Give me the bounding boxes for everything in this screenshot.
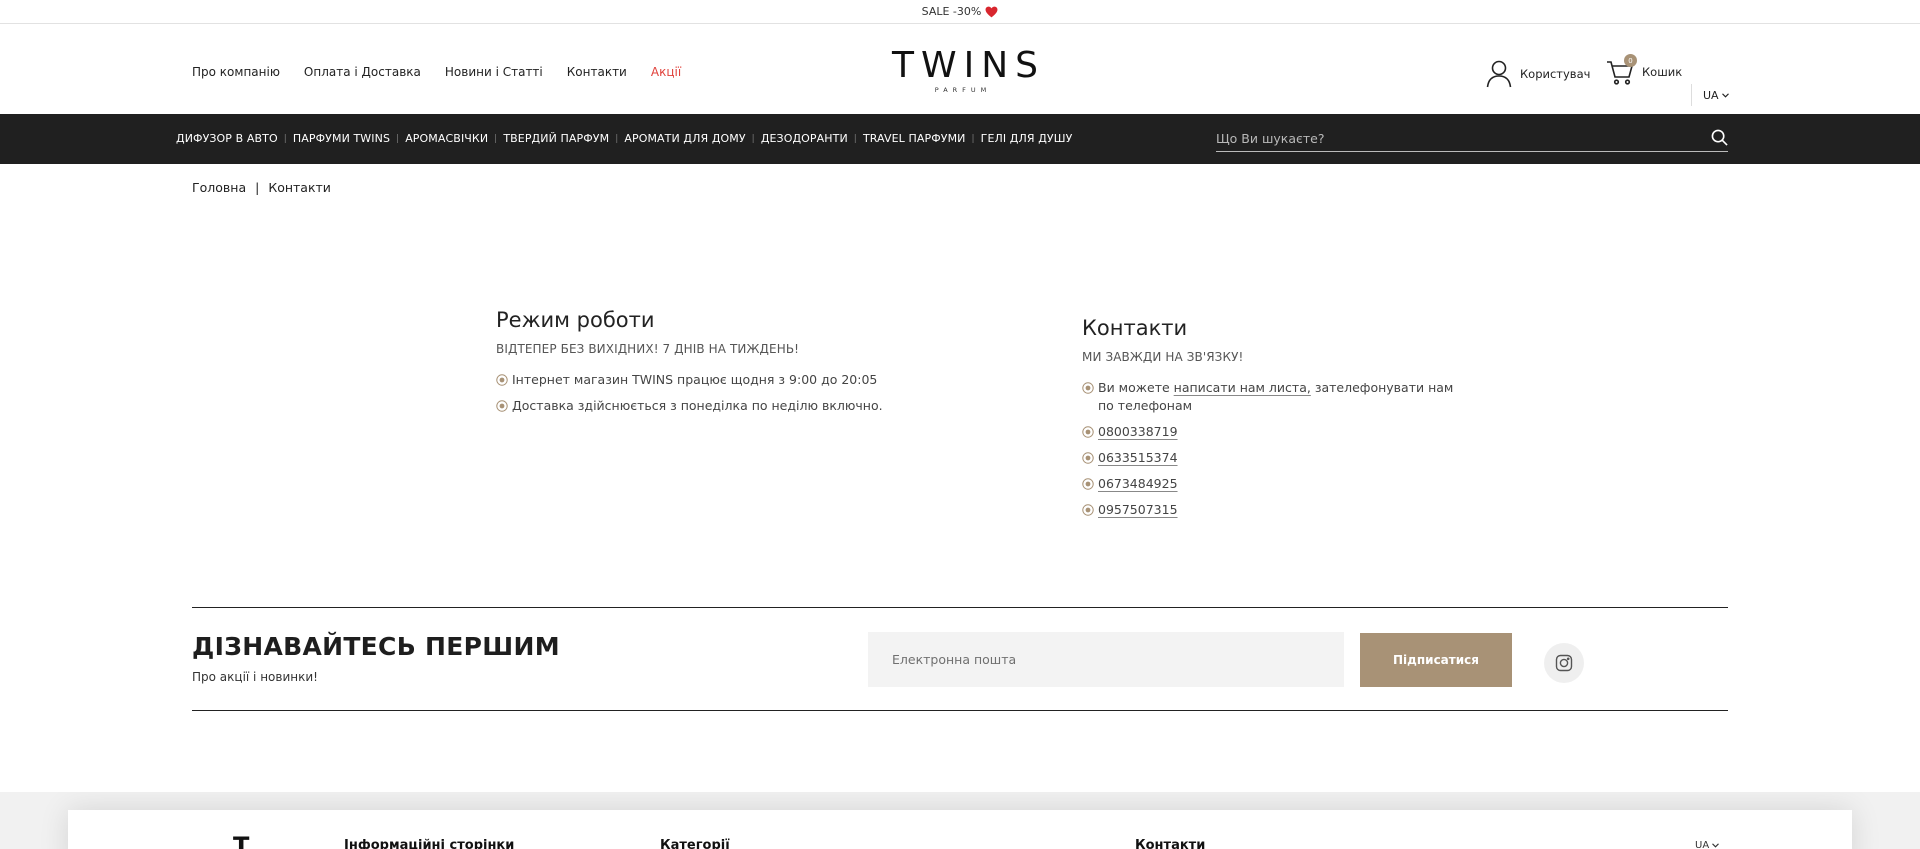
nav-news[interactable]: Новини і Статті [445, 65, 543, 79]
search-icon[interactable] [1711, 129, 1728, 146]
list-item: 0800338719 [1082, 423, 1462, 441]
category-separator: | [615, 133, 619, 144]
category-solid-perfume[interactable]: ТВЕРДИЙ ПАРФУМ [503, 132, 609, 145]
chevron-down-icon [1721, 93, 1729, 98]
category-twins-perfume[interactable]: ПАРФУМИ TWINS [293, 132, 390, 145]
cart-link[interactable]: 0 Кошик [1606, 54, 1683, 86]
breadcrumb-separator: | [255, 180, 260, 195]
footer-contacts-heading: Контакти [1135, 838, 1206, 849]
list-item: Доставка здійснюється з понеділка по нед… [496, 397, 883, 415]
category-aroma-candles[interactable]: АРОМАСВІЧКИ [405, 132, 488, 145]
footer-logo[interactable]: T [233, 834, 249, 849]
radio-bullet-icon [1082, 504, 1094, 516]
category-bar: ДИФУЗОР В АВТО | ПАРФУМИ TWINS | АРОМАСВ… [0, 114, 1920, 164]
contacts-title: Контакти [1082, 316, 1188, 340]
category-deodorants[interactable]: ДЕЗОДОРАНТИ [761, 132, 848, 145]
breadcrumb: Головна | Контакти [192, 180, 331, 195]
list-item: 0673484925 [1082, 475, 1462, 493]
subscribe-bottom-divider [192, 710, 1728, 711]
email-us-link[interactable]: написати нам листа, [1174, 380, 1311, 395]
list-item: Ви можете написати нам листа, зателефону… [1082, 379, 1462, 415]
category-separator: | [853, 133, 857, 144]
cart-count-badge: 0 [1624, 54, 1637, 67]
list-item-text: Інтернет магазин TWINS працює щодня з 9:… [512, 372, 878, 387]
subscribe-title: ДІЗНАВАЙТЕСЬ ПЕРШИМ [192, 632, 560, 661]
nav-sales[interactable]: Акції [651, 65, 681, 79]
radio-bullet-icon [496, 374, 508, 386]
user-account-link[interactable]: Користувач [1486, 60, 1590, 88]
category-nav: ДИФУЗОР В АВТО | ПАРФУМИ TWINS | АРОМАСВ… [176, 132, 1072, 145]
promo-text: SALE -30% [921, 5, 982, 18]
nav-contacts[interactable]: Контакти [567, 65, 627, 79]
category-home-aroma[interactable]: АРОМАТИ ДЛЯ ДОМУ [624, 132, 745, 145]
user-icon [1486, 60, 1512, 88]
search-input[interactable] [1216, 126, 1686, 150]
category-shower-gels[interactable]: ГЕЛІ ДЛЯ ДУШУ [981, 132, 1073, 145]
list-item-text: Доставка здійснюється з понеділка по нед… [512, 398, 883, 413]
subscribe-text: Про акції і новинки! [192, 670, 318, 684]
contacts-list: Ви можете написати нам листа, зателефону… [1082, 379, 1462, 519]
top-nav: Про компанію Оплата і Доставка Новини і … [192, 65, 681, 79]
list-item: Інтернет магазин TWINS працює щодня з 9:… [496, 371, 883, 389]
subscribe-button[interactable]: Підписатися [1360, 633, 1512, 687]
cart-label: Кошик [1642, 65, 1683, 79]
instagram-icon [1555, 654, 1573, 672]
category-separator: | [283, 133, 287, 144]
working-hours-section: Режим роботи ВІДТЕПЕР БЕЗ ВИХІДНИХ! 7 ДН… [496, 308, 883, 423]
list-item: 0957507315 [1082, 501, 1462, 519]
breadcrumb-home[interactable]: Головна [192, 180, 246, 195]
phone-link[interactable]: 0957507315 [1098, 501, 1178, 519]
category-separator: | [751, 133, 755, 144]
category-car-diffuser[interactable]: ДИФУЗОР В АВТО [176, 132, 278, 145]
footer-language-selector[interactable]: UA [1695, 840, 1720, 849]
footer-categories-heading: Категорії [660, 838, 730, 849]
logo[interactable]: TWINS PARFUM [886, 45, 1045, 95]
phone-link[interactable]: 0633515374 [1098, 449, 1178, 467]
working-hours-list: Інтернет магазин TWINS працює щодня з 9:… [496, 371, 883, 415]
header: Про компанію Оплата і Доставка Новини і … [0, 24, 1920, 114]
category-separator: | [396, 133, 400, 144]
instagram-link[interactable] [1544, 643, 1584, 683]
language-selector[interactable]: UA [1703, 89, 1729, 102]
list-item: 0633515374 [1082, 449, 1462, 467]
email-field[interactable] [868, 632, 1344, 687]
language-value: UA [1703, 89, 1719, 102]
footer-info-pages-heading: Інформаційні сторінки [344, 838, 515, 849]
heart-icon [985, 6, 998, 17]
category-travel-perfume[interactable]: TRAVEL ПАРФУМИ [863, 132, 966, 145]
subscribe-top-divider [192, 607, 1728, 608]
footer-language-value: UA [1695, 840, 1710, 849]
radio-bullet-icon [1082, 452, 1094, 464]
radio-bullet-icon [496, 400, 508, 412]
nav-payment-delivery[interactable]: Оплата і Доставка [304, 65, 421, 79]
user-label: Користувач [1520, 67, 1591, 81]
radio-bullet-icon [1082, 382, 1094, 394]
radio-bullet-icon [1082, 426, 1094, 438]
category-separator: | [971, 133, 975, 144]
cart-icon-wrap: 0 [1606, 54, 1637, 86]
breadcrumb-current: Контакти [268, 180, 331, 195]
contacts-subtitle: МИ ЗАВЖДИ НА ЗВ'ЯЗКУ! [1082, 350, 1244, 364]
header-divider [1691, 84, 1692, 106]
radio-bullet-icon [1082, 478, 1094, 490]
logo-word: TWINS [892, 45, 1045, 86]
working-hours-title: Режим роботи [496, 308, 655, 332]
footer: T Інформаційні сторінки Категорії Контак… [0, 792, 1920, 849]
chevron-down-icon [1712, 843, 1720, 848]
search-bar [1216, 126, 1728, 152]
working-hours-subtitle: ВІДТЕПЕР БЕЗ ВИХІДНИХ! 7 ДНІВ НА ТИЖДЕНЬ… [496, 342, 800, 356]
category-separator: | [494, 133, 498, 144]
nav-about[interactable]: Про компанію [192, 65, 280, 79]
contacts-section: Контакти МИ ЗАВЖДИ НА ЗВ'ЯЗКУ! Ви можете… [1082, 316, 1462, 527]
contacts-intro-before: Ви можете [1098, 380, 1174, 395]
phone-link[interactable]: 0673484925 [1098, 475, 1178, 493]
contacts-intro: Ви можете написати нам листа, зателефону… [1098, 379, 1462, 415]
logo-sub: PARFUM [934, 86, 992, 94]
phone-link[interactable]: 0800338719 [1098, 423, 1178, 441]
footer-card [68, 810, 1852, 849]
promo-banner[interactable]: SALE -30% [0, 0, 1920, 24]
